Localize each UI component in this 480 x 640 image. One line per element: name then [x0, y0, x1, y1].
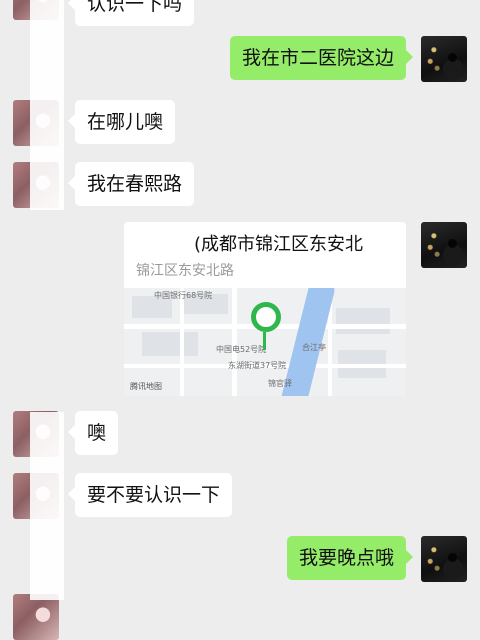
redaction-mark [30, 412, 64, 600]
message-text: 我要晚点哦 [298, 547, 394, 569]
message-text: 认识一下吗 [87, 0, 183, 15]
message-bubble[interactable]: 要不要认识一下 [67, 473, 233, 517]
message-bubble[interactable]: 我在春熙路 [67, 162, 195, 206]
message-bubble[interactable]: 在哪儿噢 [67, 100, 176, 144]
map-block [142, 332, 198, 356]
message-bubble[interactable]: 噢 [67, 411, 119, 455]
location-map[interactable]: 中国银行68号院 中国电52号院 东湖街道37号院 锦官驿 合江亭 腾讯地图 [124, 288, 406, 396]
map-road [232, 288, 237, 396]
map-label: 中国银行68号院 [154, 291, 213, 300]
location-title: (成都市锦江区东安北 [194, 234, 364, 255]
message-bubble[interactable]: 认识一下吗 [67, 0, 195, 26]
location-message-card[interactable]: (成都市锦江区东安北 锦江区东安北路 中国银行68号院 中国电52号院 东湖街道… [124, 222, 406, 396]
map-pin-icon [251, 302, 281, 332]
message-bubble[interactable]: 我在市二医院这边 [229, 36, 414, 80]
map-block [336, 308, 390, 334]
redaction-mark [234, 258, 314, 280]
redaction-mark [30, 0, 64, 210]
message-text: 我在市二医院这边 [241, 47, 394, 69]
message-text: 在哪儿噢 [87, 111, 164, 133]
my-avatar[interactable] [421, 536, 467, 582]
location-address: 锦江区东安北路 [136, 263, 234, 279]
map-label: 东湖街道37号院 [228, 361, 287, 370]
map-label: 中国电52号院 [216, 345, 267, 354]
contact-avatar[interactable] [13, 594, 59, 640]
message-text: 要不要认识一下 [87, 484, 221, 506]
my-avatar[interactable] [421, 222, 467, 268]
message-text: 噢 [87, 422, 107, 444]
map-provider-logo: 腾讯地图 [130, 382, 162, 391]
my-avatar[interactable] [421, 36, 467, 82]
message-bubble[interactable]: 我要晚点哦 [286, 536, 414, 580]
map-pin-stem [263, 332, 266, 350]
message-text: 我在春熙路 [87, 173, 183, 195]
map-label: 合江亭 [302, 343, 326, 352]
map-road [180, 288, 184, 396]
map-label: 锦官驿 [268, 379, 292, 388]
